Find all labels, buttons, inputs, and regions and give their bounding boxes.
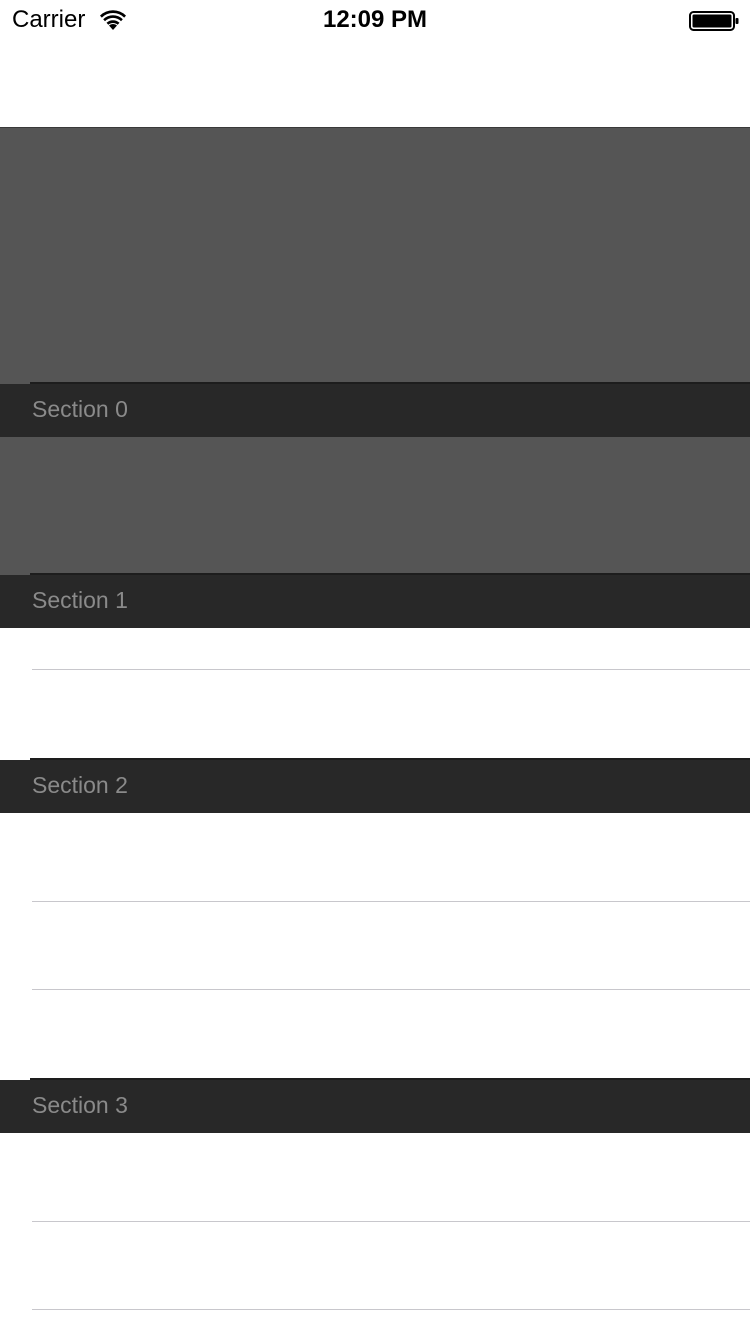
section-header-label: Section 2 (32, 772, 128, 798)
table-row[interactable] (0, 813, 750, 902)
table-row[interactable] (0, 628, 750, 670)
table-row[interactable] (0, 1310, 750, 1334)
status-bar: Carrier 12:09 PM (0, 0, 750, 40)
battery-icon (689, 11, 739, 31)
clock: 12:09 PM (322, 6, 428, 33)
table-row[interactable] (0, 1222, 750, 1310)
app-screen: Carrier 12:09 PM Section 0 Section 1 Sec… (0, 0, 750, 1334)
table-row[interactable] (0, 990, 750, 1078)
table-row[interactable] (0, 1133, 750, 1222)
section-header-0: Section 0 (0, 382, 750, 437)
section-header-1: Section 1 (0, 573, 750, 628)
section-header-2: Section 2 (0, 758, 750, 813)
table-top-panel (0, 128, 750, 382)
navigation-bar (0, 40, 750, 128)
table-row[interactable] (0, 437, 750, 573)
table-view[interactable]: Section 0 Section 1 Section 2 Section 3 (0, 128, 750, 1334)
section-header-label: Section 0 (32, 396, 128, 422)
table-row[interactable] (0, 902, 750, 990)
section-header-3: Section 3 (0, 1078, 750, 1133)
table-row[interactable] (0, 670, 750, 758)
section-header-label: Section 1 (32, 587, 128, 613)
section-header-label: Section 3 (32, 1092, 128, 1118)
